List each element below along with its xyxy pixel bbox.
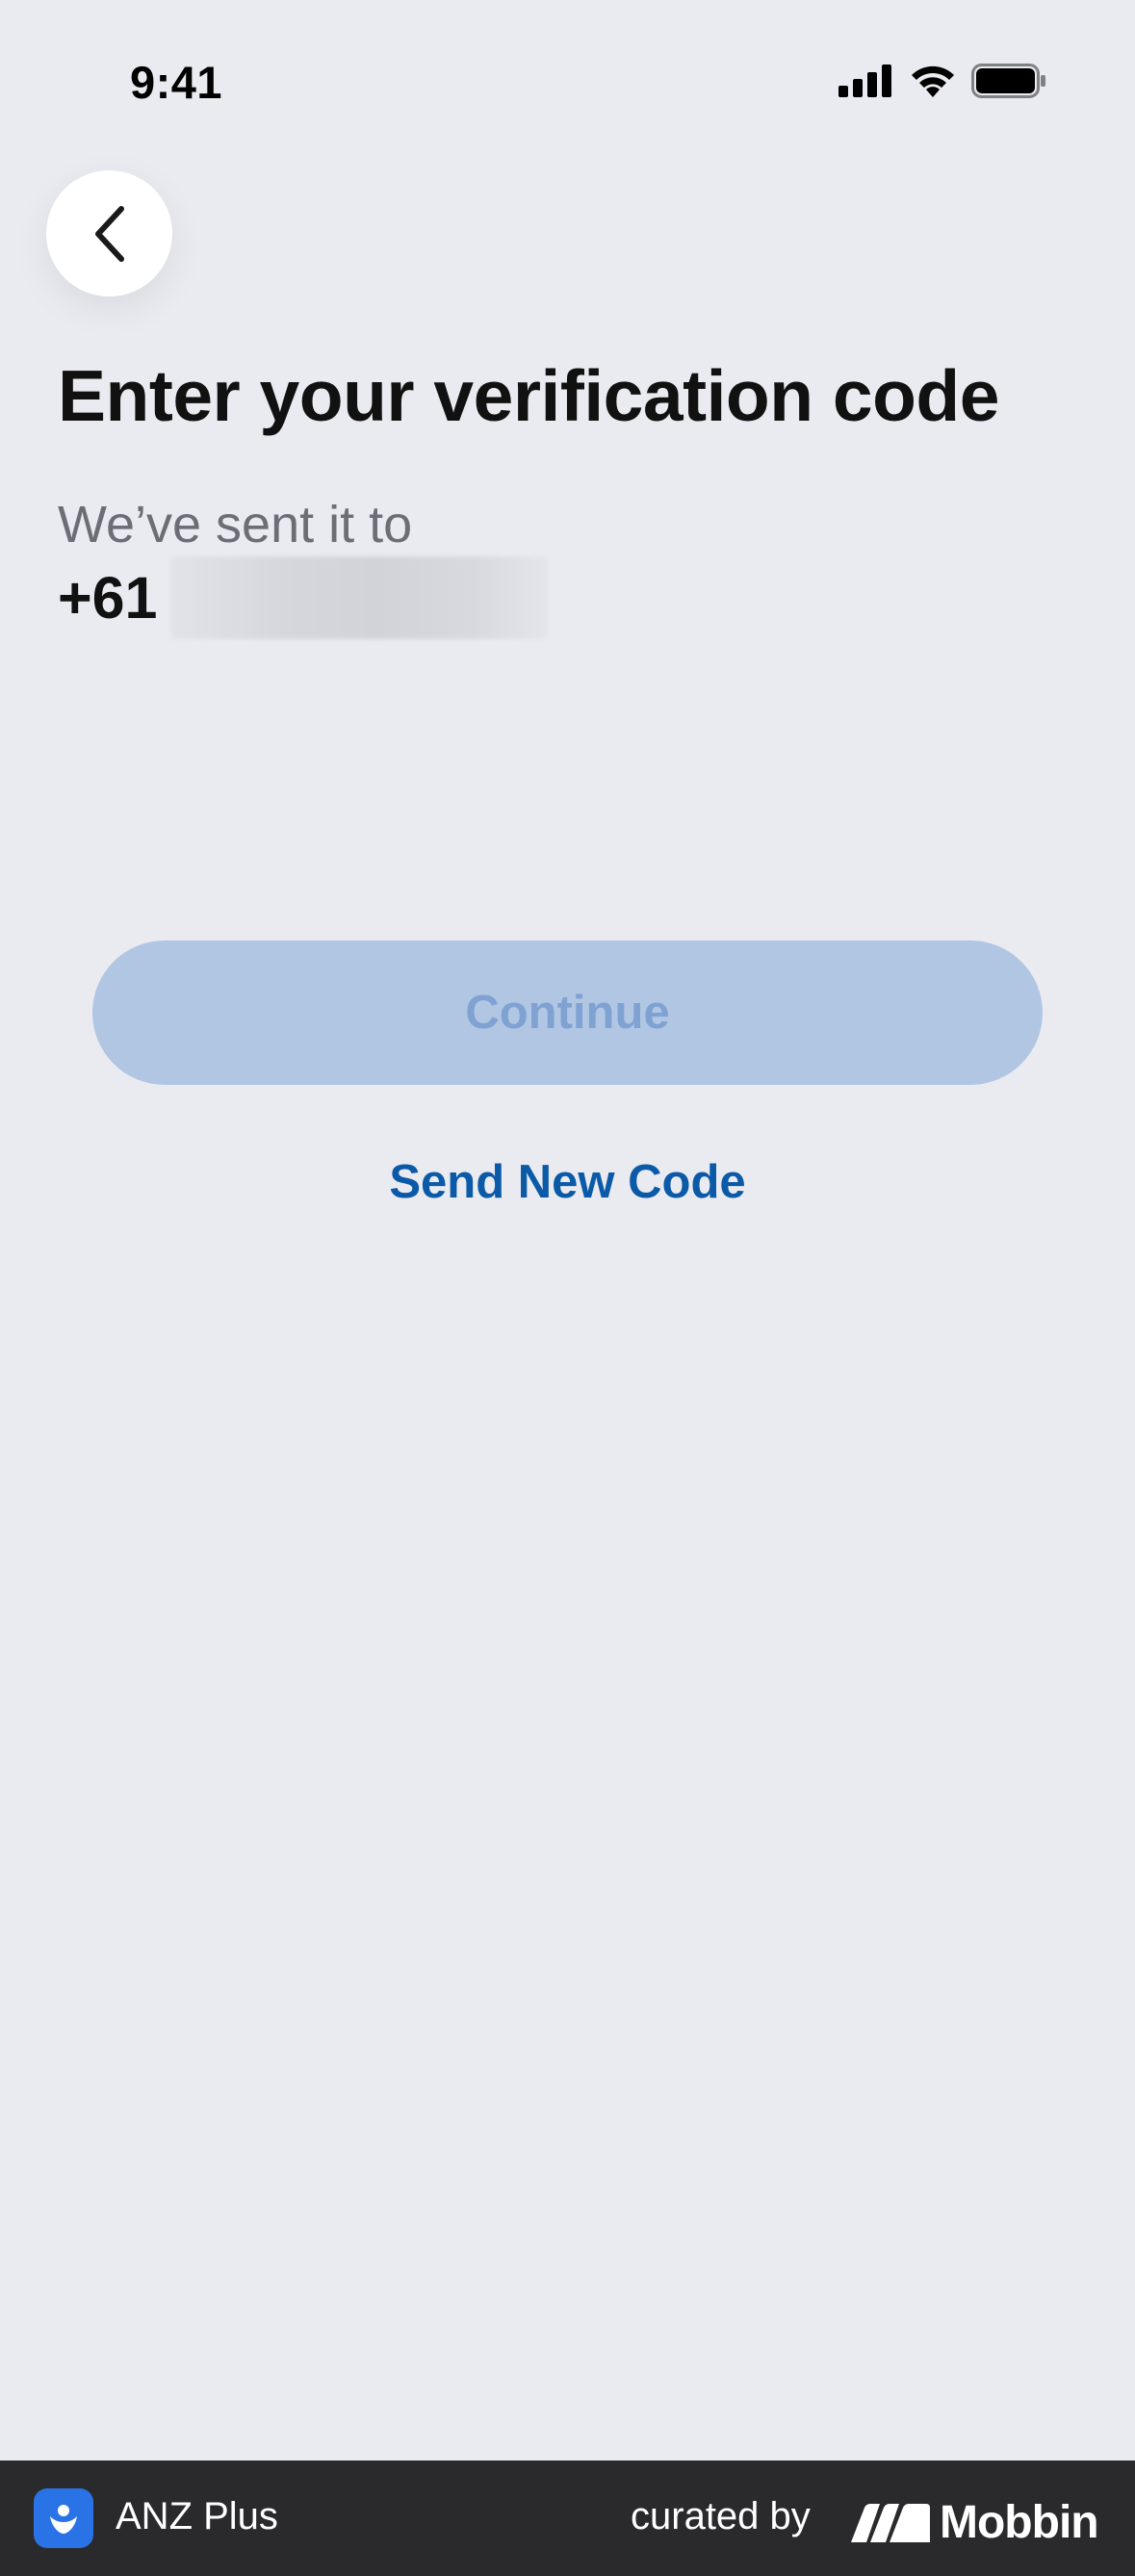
back-button[interactable]	[46, 170, 172, 296]
curated-by-label: curated by	[631, 2495, 811, 2537]
app-name: ANZ Plus	[116, 2495, 278, 2537]
status-icons	[838, 64, 1046, 98]
status-time: 9:41	[130, 57, 223, 108]
chevron-left-icon	[94, 205, 124, 262]
sent-label: We’ve sent it to	[58, 496, 413, 554]
signal-icon	[838, 64, 891, 97]
phone-number: +61	[58, 556, 549, 639]
page-title: Enter your verification code	[58, 355, 999, 436]
anz-logo-icon	[50, 2505, 77, 2534]
battery-icon	[971, 64, 1045, 98]
wifi-icon	[912, 65, 954, 97]
anz-plus-app-icon	[34, 2488, 93, 2548]
mobbin-logo: Mobbin	[851, 2496, 1099, 2549]
phone-prefix: +61	[58, 565, 158, 631]
phone-number-redacted	[170, 556, 549, 639]
mobbin-brand: Mobbin	[940, 2497, 1099, 2548]
send-new-code-link[interactable]: Send New Code	[0, 1155, 1135, 1209]
status-bar: 9:41	[0, 0, 1135, 144]
continue-button[interactable]: Continue	[92, 940, 1043, 1085]
footer-bar: ANZ Plus curated by Mobbin	[0, 2460, 1135, 2576]
verification-screen: 9:41 Enter your verification code We’ve …	[0, 0, 1135, 2576]
mobbin-mark-icon	[851, 2503, 930, 2542]
